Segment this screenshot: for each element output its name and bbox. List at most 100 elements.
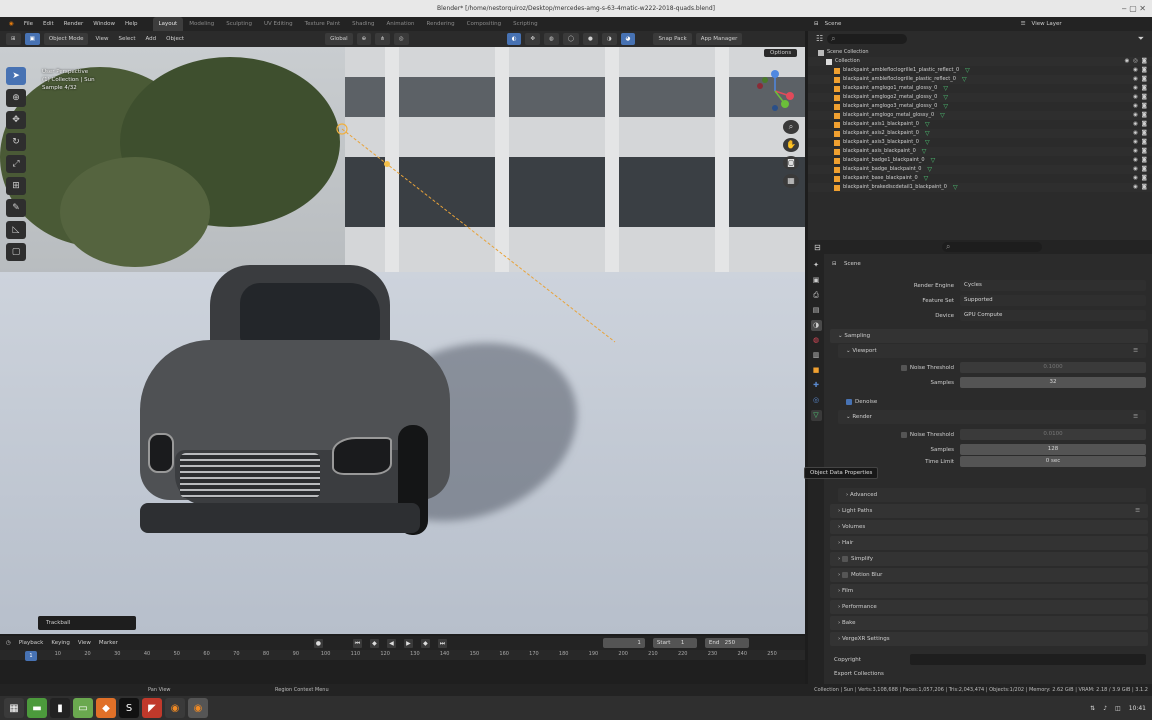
- visibility-toggles[interactable]: ◉ ◙: [1133, 102, 1148, 111]
- properties-search-input[interactable]: ⌕: [942, 242, 1042, 252]
- mesh-data-icon[interactable]: ▽: [953, 183, 958, 192]
- blender-icon[interactable]: ◉: [165, 698, 185, 718]
- annotate-icon[interactable]: ✎: [6, 199, 26, 217]
- camera-view-icon[interactable]: ◙: [783, 156, 799, 170]
- pivot-icon[interactable]: ⊕: [356, 33, 372, 45]
- time-limit-field[interactable]: 0 sec: [960, 456, 1146, 467]
- view-layer-name[interactable]: View Layer: [1032, 21, 1062, 27]
- clock[interactable]: 10:41: [1129, 705, 1146, 712]
- outliner-object-row[interactable]: blackpaint_badge_blackpaint_0 ▽ ◉ ◙: [808, 165, 1152, 174]
- collection-tab-icon[interactable]: ▥: [811, 350, 822, 361]
- transform-orientation-dropdown[interactable]: Global: [325, 33, 353, 45]
- menu-timeline-view[interactable]: View: [78, 640, 91, 646]
- tab-scripting[interactable]: Scripting: [507, 17, 543, 31]
- zoom-icon[interactable]: ⌕: [783, 120, 799, 134]
- mesh-data-icon[interactable]: ▽: [943, 102, 948, 111]
- outliner-object-row[interactable]: blackpaint_amglogo1_metal_glossy_0 ▽ ◉ ◙: [808, 84, 1152, 93]
- tab-modeling[interactable]: Modeling: [183, 17, 220, 31]
- 3d-viewport[interactable]: [0, 47, 805, 634]
- tab-texture-paint[interactable]: Texture Paint: [299, 17, 347, 31]
- select-box-icon[interactable]: ▣: [24, 33, 40, 45]
- object-tab-icon[interactable]: ■: [811, 365, 822, 376]
- scene-tab-icon[interactable]: ◑: [810, 320, 822, 331]
- outliner-object-row[interactable]: blackpaint_badge1_blackpaint_0 ▽ ◉ ◙: [808, 156, 1152, 165]
- snap-pack-button[interactable]: Snap Pack: [653, 33, 692, 45]
- tab-uv-editing[interactable]: UV Editing: [258, 17, 299, 31]
- tab-rendering[interactable]: Rendering: [421, 17, 461, 31]
- menu-edit[interactable]: Edit: [38, 17, 59, 31]
- tool-tab-icon[interactable]: ✦: [811, 260, 822, 271]
- visibility-toggles[interactable]: ◉ ◎ ◙: [1125, 57, 1148, 66]
- render-samples-field[interactable]: 128: [960, 444, 1146, 455]
- mesh-data-icon[interactable]: ▽: [965, 66, 970, 75]
- menu-marker[interactable]: Marker: [99, 640, 118, 646]
- scene-icon[interactable]: ⊟: [814, 21, 819, 27]
- visibility-toggles[interactable]: ◉ ◙: [1133, 66, 1148, 75]
- cursor-icon[interactable]: ⊕: [6, 89, 26, 107]
- viewport-noise-threshold-field[interactable]: 0.1000: [960, 362, 1146, 373]
- outliner-scene-collection[interactable]: Scene Collection: [808, 48, 1152, 57]
- network-icon[interactable]: ⇅: [1090, 705, 1095, 712]
- window-controls[interactable]: ‒ ▢ ✕: [1122, 0, 1146, 17]
- pan-hand-icon[interactable]: ✋: [783, 138, 799, 152]
- menu-file[interactable]: File: [19, 17, 38, 31]
- physics-tab-icon[interactable]: ◎: [811, 395, 822, 406]
- gizmo-toggle-icon[interactable]: ✥: [525, 33, 541, 45]
- visibility-toggles[interactable]: ◉ ◙: [1133, 84, 1148, 93]
- properties-editor-icon[interactable]: ⊟: [814, 243, 821, 252]
- tab-sculpting[interactable]: Sculpting: [220, 17, 258, 31]
- panel-motion-blur[interactable]: › Motion Blur: [830, 568, 1148, 582]
- ortho-grid-icon[interactable]: ▦: [783, 174, 799, 188]
- outliner-collection[interactable]: Collection ◉ ◎ ◙: [808, 57, 1152, 66]
- blender-logo-icon[interactable]: ◉: [4, 17, 19, 31]
- outliner-object-row[interactable]: blackpaint_base_blackpaint_0 ▽ ◉ ◙: [808, 174, 1152, 183]
- mesh-data-icon[interactable]: ▽: [940, 111, 945, 120]
- menu-view[interactable]: View: [92, 36, 111, 42]
- visibility-toggles[interactable]: ◉ ◙: [1133, 129, 1148, 138]
- menu-select[interactable]: Select: [116, 36, 139, 42]
- outliner-object-row[interactable]: blackpaint_brakediscdetail1_blackpaint_0…: [808, 183, 1152, 192]
- mesh-data-icon[interactable]: ▽: [927, 165, 932, 174]
- record-icon[interactable]: ●: [313, 638, 323, 648]
- noise-threshold-checkbox[interactable]: [900, 431, 907, 438]
- filter-icon[interactable]: ⏷: [1138, 34, 1144, 44]
- start-frame-field[interactable]: Start 1: [652, 638, 697, 648]
- visibility-toggles[interactable]: ◉ ◙: [1133, 120, 1148, 129]
- sampling-panel-header[interactable]: ⌄ Sampling: [830, 329, 1148, 343]
- visibility-toggles[interactable]: ◉ ◙: [1133, 111, 1148, 120]
- shading-solid-icon[interactable]: ●: [583, 33, 598, 45]
- visibility-icon[interactable]: ◐: [506, 33, 522, 45]
- outliner-object-row[interactable]: blackpaint_amglogo3_metal_glossy_0 ▽ ◉ ◙: [808, 102, 1152, 111]
- measure-icon[interactable]: ◺: [6, 221, 26, 239]
- outliner-object-row[interactable]: blackpaint_amblefloclogrille1_plastic_re…: [808, 66, 1152, 75]
- mesh-data-icon[interactable]: ▽: [924, 174, 929, 183]
- render-subpanel-header[interactable]: ⌄ Render ☰: [838, 410, 1146, 424]
- visibility-toggles[interactable]: ◉ ◙: [1133, 165, 1148, 174]
- render-engine-dropdown[interactable]: Cycles: [960, 280, 1146, 291]
- overlay-toggle-icon[interactable]: ◍: [544, 33, 559, 45]
- world-tab-icon[interactable]: ◍: [811, 335, 822, 346]
- app-s-icon[interactable]: S: [119, 698, 139, 718]
- tab-animation[interactable]: Animation: [380, 17, 420, 31]
- panel-film[interactable]: › Film: [830, 584, 1148, 598]
- visibility-toggles[interactable]: ◉ ◙: [1133, 75, 1148, 84]
- notifications-icon[interactable]: ◫: [1115, 705, 1121, 712]
- visibility-toggles[interactable]: ◉ ◙: [1133, 147, 1148, 156]
- noise-threshold-checkbox[interactable]: [900, 364, 907, 371]
- transform-icon[interactable]: ⊞: [6, 177, 26, 195]
- outliner-display-icon[interactable]: ☷: [816, 34, 823, 43]
- tab-compositing[interactable]: Compositing: [461, 17, 507, 31]
- denoise-checkbox[interactable]: [846, 398, 852, 405]
- outliner-object-row[interactable]: blackpaint_axis_blackpaint_0 ▽ ◉ ◙: [808, 147, 1152, 156]
- tab-shading[interactable]: Shading: [346, 17, 380, 31]
- outliner-object-row[interactable]: blackpaint_axis2_blackpaint_0 ▽ ◉ ◙: [808, 129, 1152, 138]
- visibility-toggles[interactable]: ◉ ◙: [1133, 156, 1148, 165]
- panel-enable-checkbox[interactable]: [841, 555, 848, 562]
- visibility-toggles[interactable]: ◉ ◙: [1133, 174, 1148, 183]
- last-operator-panel[interactable]: Trackball: [38, 616, 136, 630]
- render-tab-icon[interactable]: ▣: [811, 275, 822, 286]
- frame-ruler[interactable]: 1102030405060708090100110120130140150160…: [0, 650, 805, 660]
- proportional-edit-icon[interactable]: ◎: [393, 33, 409, 45]
- panel-simplify[interactable]: › Simplify: [830, 552, 1148, 566]
- prev-keyframe-icon[interactable]: ◆: [369, 638, 379, 648]
